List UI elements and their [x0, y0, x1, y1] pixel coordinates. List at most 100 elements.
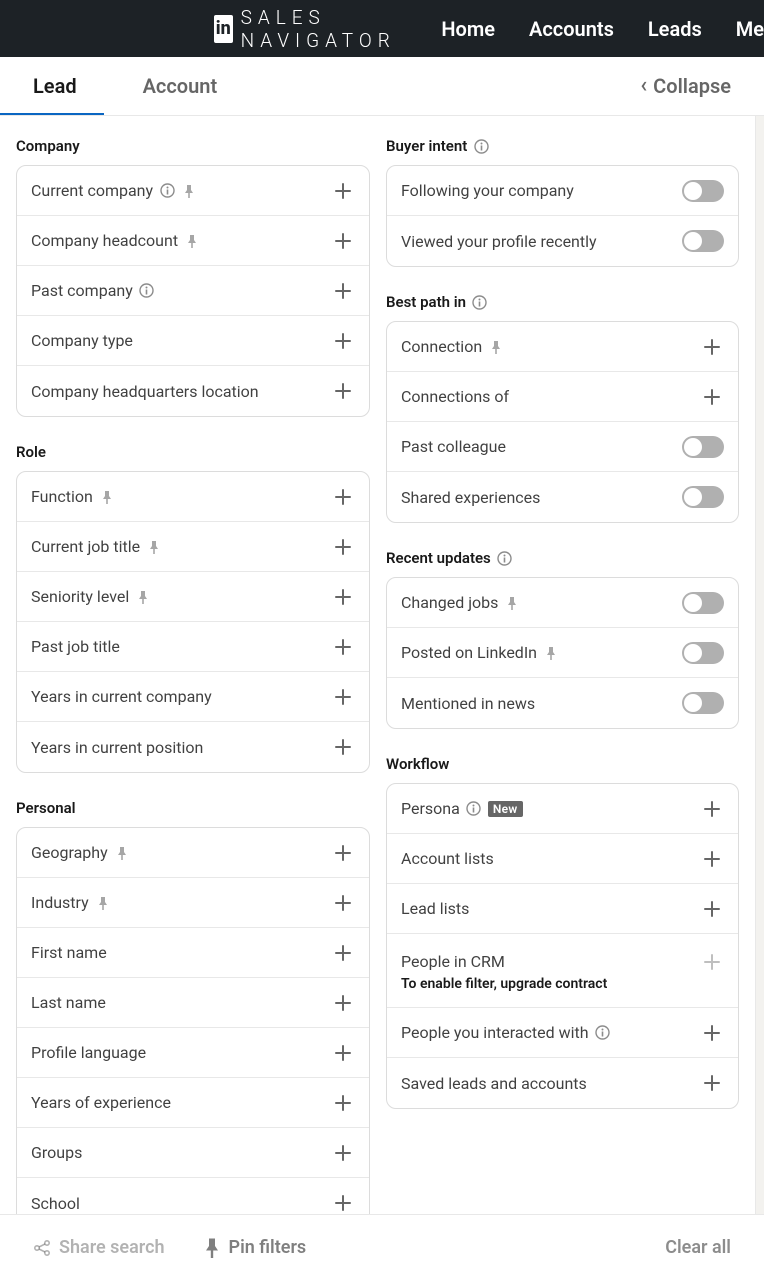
brand[interactable]: in Sales Navigator	[214, 6, 407, 52]
plus-icon[interactable]	[331, 1091, 355, 1115]
section-title-recent-updates: Recent updates	[386, 549, 739, 567]
pin-icon[interactable]	[135, 589, 151, 605]
plus-icon[interactable]	[331, 229, 355, 253]
filter-industry[interactable]: Industry	[17, 878, 369, 928]
plus-icon[interactable]	[331, 991, 355, 1015]
filter-current-job-title[interactable]: Current job title	[17, 522, 369, 572]
clear-all-button[interactable]: Clear all	[665, 1237, 731, 1258]
plus-icon[interactable]	[331, 329, 355, 353]
filter-label: Company headquarters location	[31, 382, 259, 401]
filter-label: Years in current position	[31, 738, 203, 757]
plus-icon[interactable]	[700, 897, 724, 921]
info-icon[interactable]	[139, 283, 155, 299]
pin-icon[interactable]	[146, 539, 162, 555]
filter-company-hq-location[interactable]: Company headquarters location	[17, 366, 369, 416]
filter-last-name[interactable]: Last name	[17, 978, 369, 1028]
filter-function[interactable]: Function	[17, 472, 369, 522]
info-icon[interactable]	[497, 550, 513, 566]
plus-icon[interactable]	[700, 1071, 724, 1095]
filter-current-company[interactable]: Current company	[17, 166, 369, 216]
tab-lead[interactable]: Lead	[0, 57, 110, 115]
pin-icon[interactable]	[95, 895, 111, 911]
pin-icon[interactable]	[99, 489, 115, 505]
filter-past-job-title[interactable]: Past job title	[17, 622, 369, 672]
section-title-text: Recent updates	[386, 549, 491, 567]
info-icon[interactable]	[466, 801, 482, 817]
plus-icon[interactable]	[331, 685, 355, 709]
plus-icon[interactable]	[331, 379, 355, 403]
plus-icon[interactable]	[700, 847, 724, 871]
filter-connections-of[interactable]: Connections of	[387, 372, 738, 422]
pin-icon[interactable]	[543, 645, 559, 661]
filter-lead-lists[interactable]: Lead lists	[387, 884, 738, 934]
plus-icon[interactable]	[700, 335, 724, 359]
plus-icon[interactable]	[331, 585, 355, 609]
filter-label: Current job title	[31, 537, 140, 556]
filter-people-interacted[interactable]: People you interacted with	[387, 1008, 738, 1058]
tab-account[interactable]: Account	[110, 57, 251, 115]
filter-label: Current company	[31, 181, 153, 200]
filter-following-company: Following your company	[387, 166, 738, 216]
filter-company-type[interactable]: Company type	[17, 316, 369, 366]
filter-years-current-position[interactable]: Years in current position	[17, 722, 369, 772]
info-icon[interactable]	[595, 1025, 611, 1041]
info-icon[interactable]	[473, 138, 489, 154]
pin-icon[interactable]	[184, 233, 200, 249]
nav-home[interactable]: Home	[441, 17, 495, 41]
plus-icon[interactable]	[331, 1041, 355, 1065]
plus-icon[interactable]	[331, 535, 355, 559]
plus-icon[interactable]	[331, 891, 355, 915]
filter-years-current-company[interactable]: Years in current company	[17, 672, 369, 722]
filter-first-name[interactable]: First name	[17, 928, 369, 978]
filter-saved-leads-accounts[interactable]: Saved leads and accounts	[387, 1058, 738, 1108]
filter-persona[interactable]: Persona New	[387, 784, 738, 834]
plus-icon[interactable]	[331, 941, 355, 965]
share-search-button[interactable]: Share search	[33, 1237, 165, 1258]
filter-groups[interactable]: Groups	[17, 1128, 369, 1178]
plus-icon[interactable]	[331, 485, 355, 509]
plus-icon[interactable]	[331, 841, 355, 865]
filter-label: Connections of	[401, 387, 509, 406]
plus-icon[interactable]	[700, 1021, 724, 1045]
filter-seniority-level[interactable]: Seniority level	[17, 572, 369, 622]
plus-icon[interactable]	[331, 1191, 355, 1214]
pin-icon[interactable]	[504, 595, 520, 611]
filter-label: Changed jobs	[401, 593, 498, 612]
plus-icon[interactable]	[331, 635, 355, 659]
pin-icon[interactable]	[181, 183, 197, 199]
toggle[interactable]	[682, 486, 724, 508]
plus-icon[interactable]	[331, 735, 355, 759]
nav-me[interactable]: Me	[736, 17, 764, 41]
info-icon[interactable]	[159, 183, 175, 199]
collapse-button[interactable]: ‹ Collapse	[640, 74, 731, 98]
toggle[interactable]	[682, 592, 724, 614]
filter-geography[interactable]: Geography	[17, 828, 369, 878]
filter-past-colleague: Past colleague	[387, 422, 738, 472]
filter-label: Years of experience	[31, 1093, 171, 1112]
plus-icon	[700, 950, 724, 974]
toggle[interactable]	[682, 230, 724, 252]
plus-icon[interactable]	[331, 279, 355, 303]
filter-years-experience[interactable]: Years of experience	[17, 1078, 369, 1128]
plus-icon[interactable]	[331, 1141, 355, 1165]
nav-leads[interactable]: Leads	[648, 17, 702, 41]
filter-company-headcount[interactable]: Company headcount	[17, 216, 369, 266]
plus-icon[interactable]	[700, 797, 724, 821]
filter-past-company[interactable]: Past company	[17, 266, 369, 316]
content-divider	[756, 116, 764, 1214]
plus-icon[interactable]	[331, 179, 355, 203]
filter-connection[interactable]: Connection	[387, 322, 738, 372]
pin-icon[interactable]	[114, 845, 130, 861]
toggle[interactable]	[682, 692, 724, 714]
nav-accounts[interactable]: Accounts	[529, 17, 614, 41]
toggle[interactable]	[682, 180, 724, 202]
info-icon[interactable]	[472, 294, 488, 310]
pin-filters-button[interactable]: Pin filters	[203, 1237, 307, 1258]
toggle[interactable]	[682, 436, 724, 458]
pin-icon[interactable]	[488, 339, 504, 355]
plus-icon[interactable]	[700, 385, 724, 409]
toggle[interactable]	[682, 642, 724, 664]
filter-account-lists[interactable]: Account lists	[387, 834, 738, 884]
filter-school[interactable]: School	[17, 1178, 369, 1214]
filter-profile-language[interactable]: Profile language	[17, 1028, 369, 1078]
